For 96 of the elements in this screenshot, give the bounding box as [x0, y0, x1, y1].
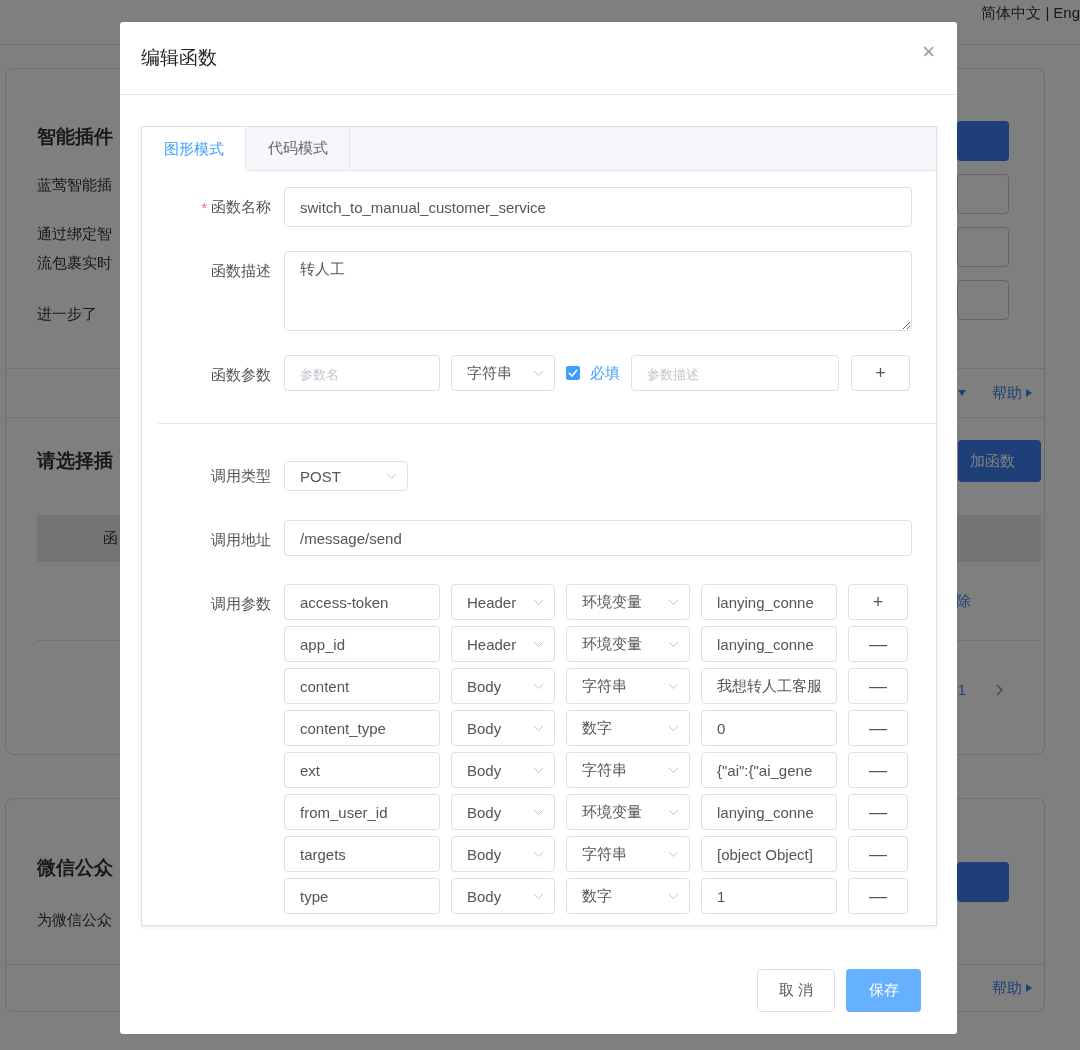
cancel-button[interactable]: 取 消: [757, 969, 835, 1012]
required-checkbox[interactable]: [566, 366, 580, 380]
url-field[interactable]: /message/send: [284, 520, 912, 556]
card-text: 蓝莺智能插: [37, 176, 113, 195]
card-text: 流包裹实时: [37, 254, 113, 273]
column-header: 函: [103, 529, 118, 548]
location-select[interactable]: Header: [451, 584, 555, 620]
field-label: 调用地址: [211, 530, 271, 550]
caret-icon: [958, 390, 966, 396]
type-select[interactable]: 数字: [566, 878, 690, 914]
add-button[interactable]: +: [851, 355, 910, 391]
remove-button[interactable]: —: [848, 794, 908, 830]
card-text: 为微信公众: [37, 911, 113, 930]
chevron-icon: [668, 850, 679, 858]
param-value-field[interactable]: lanying_conne: [701, 584, 837, 620]
chevron-icon: [533, 598, 544, 606]
param-value-field[interactable]: [object Object]: [701, 836, 837, 872]
location-select[interactable]: Body: [451, 836, 555, 872]
chevron-icon: [668, 640, 679, 648]
field-label: 调用类型: [211, 466, 271, 486]
type-select[interactable]: 环境变量: [566, 794, 690, 830]
location-select[interactable]: Body: [451, 878, 555, 914]
remove-button[interactable]: —: [848, 710, 908, 746]
chevron-icon: [668, 724, 679, 732]
add-button[interactable]: +: [848, 584, 908, 620]
remove-button[interactable]: —: [848, 668, 908, 704]
param-name-field[interactable]: from_user_id: [284, 794, 440, 830]
param-name-field[interactable]: ext: [284, 752, 440, 788]
chevron-icon: [533, 640, 544, 648]
param-name-field[interactable]: access-token: [284, 584, 440, 620]
param-name-field[interactable]: app_id: [284, 626, 440, 662]
location-select[interactable]: Header: [451, 626, 555, 662]
field-label: 调用参数: [211, 594, 271, 614]
param-value-field[interactable]: lanying_conne: [701, 626, 837, 662]
language-link[interactable]: 简体中文: [981, 0, 1042, 23]
param-name-field[interactable]: targets: [284, 836, 440, 872]
param-value-field[interactable]: {"ai":{"ai_gene: [701, 752, 837, 788]
language-link[interactable]: Eng: [1053, 0, 1080, 21]
card-text: 进一步了: [37, 305, 98, 324]
remove-button[interactable]: —: [848, 878, 908, 914]
param-name-field[interactable]: content_type: [284, 710, 440, 746]
type-select[interactable]: 环境变量: [566, 584, 690, 620]
card-title: 微信公众: [37, 856, 113, 880]
chevron-icon: [668, 598, 679, 606]
chevron-icon: [668, 808, 679, 816]
chevron-icon: [668, 682, 679, 690]
tab[interactable]: 代码模式: [246, 127, 350, 170]
separator: |: [1045, 3, 1050, 21]
next-page-icon[interactable]: [996, 683, 1004, 696]
param-name-field[interactable]: type: [284, 878, 440, 914]
chevron-icon: [386, 472, 397, 480]
primary-button[interactable]: [957, 862, 1009, 902]
remove-button[interactable]: —: [848, 836, 908, 872]
location-select[interactable]: Body: [451, 752, 555, 788]
required-mark: *: [201, 198, 207, 216]
param-description-field[interactable]: 参数描述: [631, 355, 839, 391]
field-label: 函数描述: [211, 261, 271, 281]
method-select[interactable]: POST: [284, 461, 408, 491]
remove-button[interactable]: —: [848, 626, 908, 662]
card-title: 智能插件: [37, 125, 113, 149]
chevron-icon: [533, 892, 544, 900]
chevron-icon: [533, 766, 544, 774]
param-value-field[interactable]: lanying_conne: [701, 794, 837, 830]
location-select[interactable]: Body: [451, 668, 555, 704]
param-value-field[interactable]: 0: [701, 710, 837, 746]
dialog-title: 编辑函数: [141, 46, 217, 70]
param-value-field[interactable]: 我想转人工客服: [701, 668, 837, 704]
card-text: 通过绑定智: [37, 225, 113, 244]
param-name-field[interactable]: 参数名: [284, 355, 440, 391]
caret-icon: [1026, 984, 1032, 992]
primary-button[interactable]: [957, 121, 1009, 161]
field-label: 函数名称: [211, 197, 271, 217]
remove-button[interactable]: —: [848, 752, 908, 788]
location-select[interactable]: Body: [451, 794, 555, 830]
type-select[interactable]: 字符串: [566, 668, 690, 704]
type-select[interactable]: 字符串: [566, 752, 690, 788]
type-select[interactable]: 数字: [566, 710, 690, 746]
type-select[interactable]: 字符串: [566, 836, 690, 872]
description-field[interactable]: 转人工: [284, 251, 912, 331]
chevron-icon: [533, 850, 544, 858]
location-select[interactable]: Body: [451, 710, 555, 746]
param-value-field[interactable]: 1: [701, 878, 837, 914]
caret-icon: [1026, 389, 1032, 397]
chevron-icon: [533, 724, 544, 732]
param-name-field[interactable]: content: [284, 668, 440, 704]
field-label: 函数参数: [211, 365, 271, 385]
chevron-icon: [533, 682, 544, 690]
type-select[interactable]: 字符串: [451, 355, 555, 391]
chevron-icon: [533, 808, 544, 816]
type-select[interactable]: 环境变量: [566, 626, 690, 662]
section-title: 请选择插: [37, 449, 113, 473]
chevron-icon: [668, 766, 679, 774]
checkbox-label: 必填: [590, 363, 620, 383]
chevron-icon: [533, 369, 544, 377]
name-field[interactable]: switch_to_manual_customer_service: [284, 187, 912, 227]
chevron-icon: [668, 892, 679, 900]
